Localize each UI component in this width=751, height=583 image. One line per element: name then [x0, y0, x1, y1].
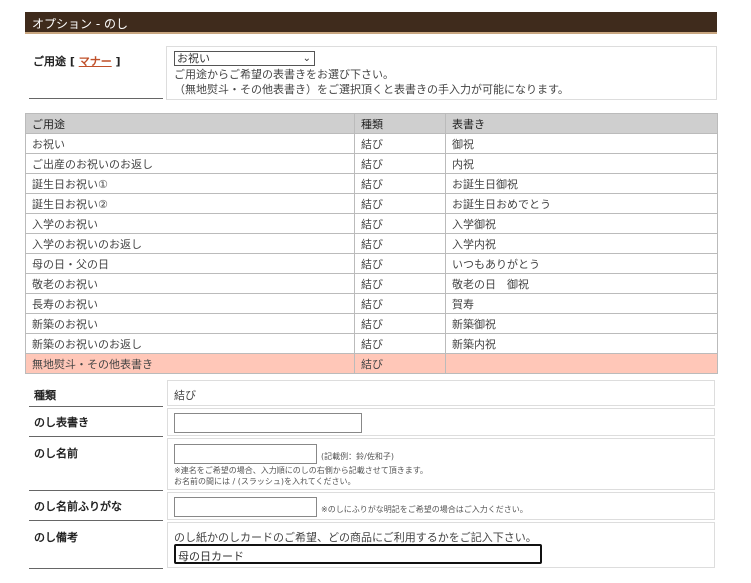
row-usage: 入学のお祝い	[25, 213, 355, 234]
row-type: 結び	[354, 173, 446, 194]
row-type: 結び	[354, 213, 446, 234]
table-row[interactable]: 母の日・父の日 結び いつもありがとう	[25, 253, 718, 274]
row-type: 結び	[354, 353, 446, 374]
row-omote: お誕生日御祝	[445, 173, 718, 194]
name-help-1: ※連名をご希望の場合、入力順にのしの右側から記載させて頂きます。	[174, 466, 428, 475]
name-input[interactable]	[174, 444, 317, 464]
omote-divider	[29, 436, 163, 437]
name-divider	[29, 490, 163, 491]
biko-label: のし備考	[34, 531, 78, 544]
name-row: のし名前 (記載例：鈴/佐和子) ※連名をご希望の場合、入力順にのしの右側から記…	[25, 438, 717, 491]
type-row: 種類 結び	[25, 380, 717, 407]
row-usage: 新築のお祝いのお返し	[25, 333, 355, 354]
row-omote: 入学内祝	[445, 233, 718, 254]
table-row[interactable]: 新築のお祝い 結び 新築御祝	[25, 313, 718, 334]
omote-input[interactable]	[174, 413, 362, 433]
row-usage: 入学のお祝いのお返し	[25, 233, 355, 254]
row-omote: 御祝	[445, 133, 718, 154]
row-usage: 新築のお祝い	[25, 313, 355, 334]
row-usage: 無地熨斗・その他表書き	[25, 353, 355, 374]
row-usage: ご出産のお祝いのお返し	[25, 153, 355, 174]
noshi-options-table: ご用途 種類 表書き お祝い 結び 御祝 ご出産のお祝いのお返し 結び 内祝 誕生日お祝…	[25, 113, 718, 374]
omote-row: のし表書き	[25, 408, 717, 437]
row-usage: お祝い	[25, 133, 355, 154]
manner-link[interactable]: マナー	[79, 55, 112, 68]
row-omote: 新築御祝	[445, 313, 718, 334]
row-usage: 誕生日お祝い①	[25, 173, 355, 194]
furigana-help: ※のしにふりがな明記をご希望の場合はご入力ください。	[321, 505, 528, 514]
table-header-row: ご用途 種類 表書き	[25, 113, 718, 134]
table-row[interactable]: 入学のお祝い 結び 入学御祝	[25, 213, 718, 234]
name-example: (記載例：鈴/佐和子)	[321, 452, 394, 461]
row-type: 結び	[354, 233, 446, 254]
usage-select[interactable]: お祝い ⌄	[174, 51, 315, 66]
table-row[interactable]: 誕生日お祝い① 結び お誕生日御祝	[25, 173, 718, 194]
usage-label-suffix: ]	[115, 55, 121, 68]
type-value: 結び	[174, 389, 196, 402]
biko-input[interactable]: 母の日カード	[174, 544, 542, 564]
table-row[interactable]: 誕生日お祝い② 結び お誕生日おめでとう	[25, 193, 718, 214]
furigana-input[interactable]	[174, 497, 317, 517]
column-header-omote: 表書き	[445, 113, 718, 134]
furigana-label: のし名前ふりがな	[34, 500, 122, 513]
furigana-row: のし名前ふりがな ※のしにふりがな明記をご希望の場合はご入力ください。	[25, 492, 717, 521]
row-omote	[445, 353, 718, 374]
row-type: 結び	[354, 253, 446, 274]
row-omote: 賀寿	[445, 293, 718, 314]
type-divider	[29, 406, 163, 407]
table-row[interactable]: 長寿のお祝い 結び 賀寿	[25, 293, 718, 314]
omote-label: のし表書き	[34, 416, 89, 429]
usage-section: ご用途 [ マナー ] お祝い ⌄ ご用途からご希望の表書きをお選び下さい。 （…	[25, 46, 717, 100]
usage-label-divider	[29, 98, 163, 99]
biko-help: のし紙かのしカードのご希望、どの商品にご利用するかをご記入下さい。	[174, 531, 537, 544]
table-row[interactable]: お祝い 結び 御祝	[25, 133, 718, 154]
row-usage: 敬老のお祝い	[25, 273, 355, 294]
type-field-box	[167, 380, 715, 406]
row-type: 結び	[354, 293, 446, 314]
row-type: 結び	[354, 273, 446, 294]
usage-select-value: お祝い	[177, 52, 210, 65]
table-row[interactable]: 新築のお祝いのお返し 結び 新築内祝	[25, 333, 718, 354]
usage-note-1: ご用途からご希望の表書きをお選び下さい。	[174, 68, 394, 81]
row-omote: 内祝	[445, 153, 718, 174]
table-row[interactable]: 入学のお祝いのお返し 結び 入学内祝	[25, 233, 718, 254]
row-usage: 母の日・父の日	[25, 253, 355, 274]
row-type: 結び	[354, 313, 446, 334]
row-usage: 誕生日お祝い②	[25, 193, 355, 214]
row-omote: いつもありがとう	[445, 253, 718, 274]
biko-divider	[29, 568, 163, 569]
row-omote: 入学御祝	[445, 213, 718, 234]
row-omote: 敬老の日 御祝	[445, 273, 718, 294]
row-omote: お誕生日おめでとう	[445, 193, 718, 214]
section-header: オプション - のし	[25, 12, 717, 34]
usage-note-2: （無地熨斗・その他表書き）をご選択頂くと表書きの手入力が可能になります。	[174, 83, 569, 96]
row-type: 結び	[354, 153, 446, 174]
row-usage: 長寿のお祝い	[25, 293, 355, 314]
section-title: オプション - のし	[32, 17, 128, 31]
row-type: 結び	[354, 133, 446, 154]
row-omote: 新築内祝	[445, 333, 718, 354]
usage-label: ご用途 [ マナー ]	[33, 53, 121, 69]
chevron-down-icon: ⌄	[302, 53, 311, 64]
table-row-selected[interactable]: 無地熨斗・その他表書き 結び	[25, 353, 718, 374]
type-label: 種類	[34, 389, 56, 402]
row-type: 結び	[354, 333, 446, 354]
biko-row: のし備考 のし紙かのしカードのご希望、どの商品にご利用するかをご記入下さい。 母…	[25, 522, 717, 569]
column-header-type: 種類	[354, 113, 446, 134]
table-row[interactable]: ご出産のお祝いのお返し 結び 内祝	[25, 153, 718, 174]
usage-label-prefix: ご用途 [	[33, 55, 75, 68]
furigana-divider	[29, 520, 163, 521]
name-label: のし名前	[34, 447, 78, 460]
column-header-usage: ご用途	[25, 113, 355, 134]
table-row[interactable]: 敬老のお祝い 結び 敬老の日 御祝	[25, 273, 718, 294]
row-type: 結び	[354, 193, 446, 214]
name-help-2: お名前の間には / (スラッシュ)を入れてください。	[174, 477, 356, 486]
